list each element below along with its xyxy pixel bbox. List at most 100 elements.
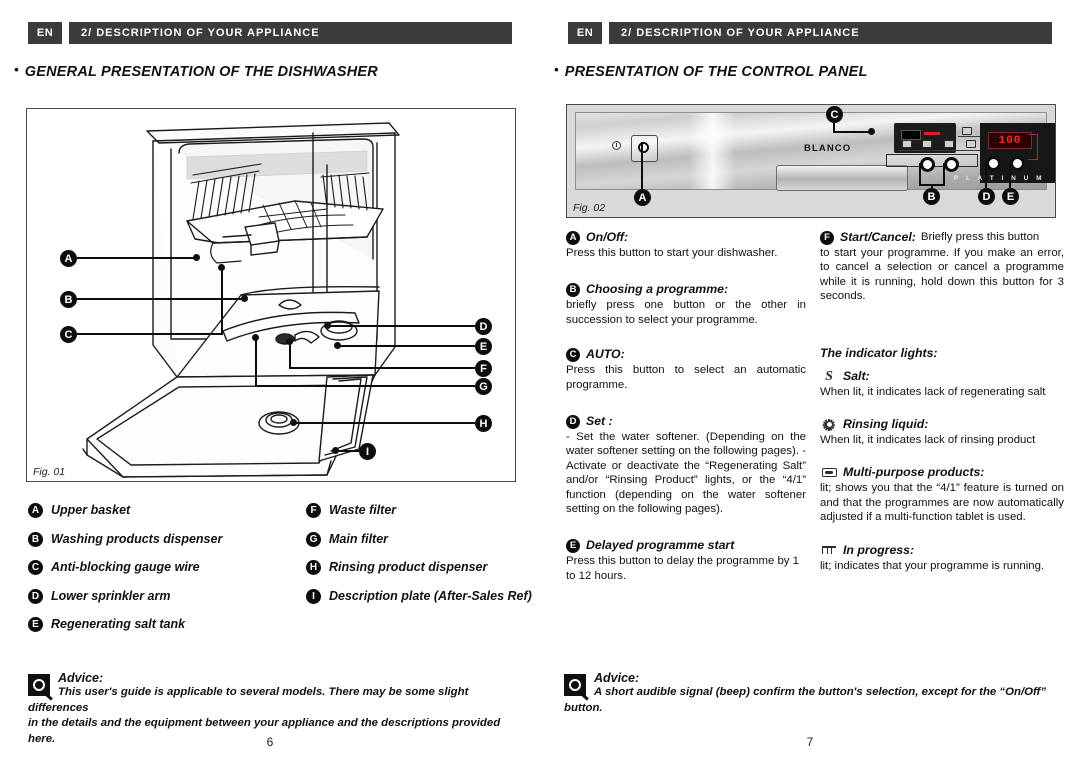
figure-caption-01: Fig. 01 xyxy=(33,466,66,478)
list-item: B Washing products dispenser xyxy=(28,531,298,547)
legend-label-e: Regenerating salt tank xyxy=(51,617,186,631)
advice-title: Advice: xyxy=(58,671,104,685)
leader-f-v xyxy=(289,341,292,369)
desc-heading-c: C AUTO: xyxy=(566,347,806,362)
language-tag: EN xyxy=(28,22,62,44)
desc-body-f: to start your programme. If you make an … xyxy=(820,247,1064,303)
legend-column-2: F Waste filter G Main filter H Rinsing p… xyxy=(306,503,541,617)
legend-label-h: Rinsing product dispenser xyxy=(329,560,488,574)
leader-cp-b1 xyxy=(919,163,922,185)
list-item: C Anti-blocking gauge wire xyxy=(28,560,298,575)
leader-f xyxy=(289,367,475,370)
indicator-body-inprogress: lit; indicates that your programme is ru… xyxy=(820,559,1045,572)
legend-badge-c: C xyxy=(28,560,43,575)
desc-badge-f: F xyxy=(820,230,834,245)
programme-icon-7 xyxy=(966,140,976,148)
dishwasher-svg xyxy=(82,122,400,478)
indicator-title-multipurpose: Multi-purpose products: xyxy=(843,465,985,480)
callout-g: G xyxy=(475,378,492,395)
legend-badge-a: A xyxy=(28,503,43,518)
callout-h: H xyxy=(475,415,492,432)
leader-h xyxy=(293,422,475,425)
leader-e xyxy=(337,345,475,348)
desc-heading-d: D Set : xyxy=(566,414,806,429)
leader-nub-h xyxy=(290,419,297,426)
control-panel-descriptions-column-1: A On/Off: Press this button to start you… xyxy=(566,230,806,596)
legend-badge-h: H xyxy=(306,560,321,575)
callout-a: A xyxy=(60,250,77,267)
desc-body-a: Press this button to start your dishwash… xyxy=(566,247,778,259)
programme-button-2[interactable] xyxy=(944,157,959,172)
leader-nub-a xyxy=(193,254,200,261)
desc-title-e: Delayed programme start xyxy=(586,538,735,553)
indicator-block-rinsing: Rinsing liquid: When lit, it indicates l… xyxy=(820,417,1064,447)
brand-logo: BLANCO xyxy=(804,143,852,154)
callout-b: B xyxy=(60,291,77,308)
two-page-spread: EN 2/ DESCRIPTION OF YOUR APPLIANCE • GEN… xyxy=(0,0,1080,763)
multi-purpose-products-icon xyxy=(820,465,838,480)
desc-block-b: B Choosing a programme: briefly press on… xyxy=(566,282,806,327)
page-header-right: EN 2/ DESCRIPTION OF YOUR APPLIANCE xyxy=(568,22,1052,44)
list-item: D Lower sprinkler arm xyxy=(28,588,298,604)
legend-badge-i: I xyxy=(306,588,321,604)
list-item: F Waste filter xyxy=(306,503,541,518)
indicator-title-inprogress: In progress: xyxy=(843,542,915,557)
language-tag: EN xyxy=(568,22,602,44)
callout-cp-e: E xyxy=(1002,188,1019,205)
chapter-header: 2/ DESCRIPTION OF YOUR APPLIANCE xyxy=(609,22,1052,44)
desc-block-e: E Delayed programme start Press this but… xyxy=(566,538,806,583)
leader-nub-c xyxy=(218,264,225,271)
leader-a xyxy=(77,257,197,260)
set-button[interactable] xyxy=(986,156,1001,171)
page-number-left: 6 xyxy=(266,735,274,749)
indicator-heading-multipurpose: Multi-purpose products: xyxy=(820,465,1064,480)
desc-badge-d: D xyxy=(566,414,580,429)
indicator-body-rinsing: When lit, it indicates lack of rinsing p… xyxy=(820,434,1036,447)
leader-nub-b xyxy=(241,295,248,302)
desc-title-a: On/Off: xyxy=(586,230,629,244)
programme-icon-4 xyxy=(902,140,912,148)
advice-title: Advice: xyxy=(594,671,640,685)
legend-badge-f: F xyxy=(306,503,321,518)
section-title-right: • PRESENTATION OF THE CONTROL PANEL xyxy=(554,62,868,80)
leader-nub-g xyxy=(252,334,259,341)
desc-block-a: A On/Off: Press this button to start you… xyxy=(566,230,806,260)
in-progress-icon xyxy=(820,543,838,558)
desc-block-f: F Start/Cancel: Briefly press this butto… xyxy=(820,230,1064,304)
leader-cp-b2 xyxy=(943,163,946,185)
indicator-body-salt: When lit, it indicates lack of regenerat… xyxy=(820,385,1046,398)
desc-title-b: Choosing a programme: xyxy=(586,282,729,297)
programme-icon-6 xyxy=(944,140,954,148)
on-off-button[interactable] xyxy=(638,142,649,153)
door-handle xyxy=(776,165,908,191)
legend-label-i: Description plate (After-Sales Ref) xyxy=(329,588,532,603)
figure-caption-02: Fig. 02 xyxy=(573,202,606,214)
callout-c: C xyxy=(60,326,77,343)
programme-icon-5 xyxy=(922,140,932,148)
section-title-left: • GENERAL PRESENTATION OF THE DISHWASHER xyxy=(14,62,378,80)
list-item: H Rinsing product dispenser xyxy=(306,560,541,575)
advice-text: A short audible signal (beep) confirm th… xyxy=(564,685,1064,716)
desc-heading-b: B Choosing a programme: xyxy=(566,282,806,297)
desc-body-d: - Set the water softener. (Depending on … xyxy=(566,431,806,516)
indicator-heading-salt: S Salt: xyxy=(820,369,1064,384)
indicator-title-rinsing: Rinsing liquid: xyxy=(843,417,929,432)
display-value: 100 xyxy=(998,134,1022,147)
desc-badge-a: A xyxy=(566,230,580,245)
programme-button-1[interactable] xyxy=(920,157,935,172)
control-panel-descriptions-column-2: F Start/Cancel: Briefly press this butto… xyxy=(820,230,1064,586)
control-panel-face: BLANCO 100 P L A T I N U M xyxy=(575,112,1055,191)
magnifier-icon xyxy=(28,674,50,696)
legend-badge-b: B xyxy=(28,531,43,547)
callout-cp-b: B xyxy=(923,188,940,205)
callout-cp-d: D xyxy=(978,188,995,205)
legend-badge-d: D xyxy=(28,588,43,604)
leader-nub-i xyxy=(332,447,339,454)
programme-icon-1 xyxy=(962,127,972,135)
magnifier-icon xyxy=(564,674,586,696)
legend-label-c: Anti-blocking gauge wire xyxy=(51,560,200,574)
delay-button[interactable] xyxy=(1010,156,1025,171)
desc-block-d: D Set : - Set the water softener. (Depen… xyxy=(566,414,806,516)
callout-d: D xyxy=(475,318,492,335)
panel-sheen xyxy=(688,113,736,189)
